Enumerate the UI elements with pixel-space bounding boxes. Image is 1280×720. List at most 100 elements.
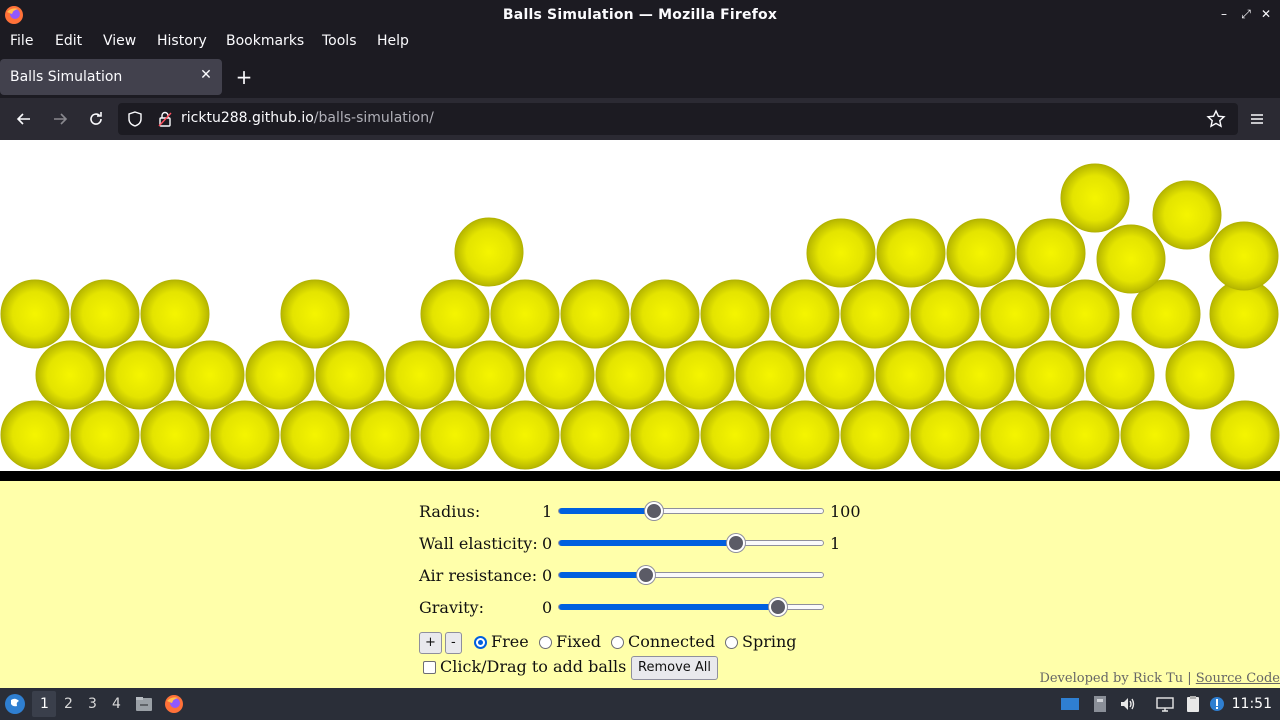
remove-all-button[interactable]: Remove All [631,656,719,680]
maximize-button[interactable]: ⤢ [1238,6,1254,22]
notification-icon[interactable] [1207,694,1227,714]
ball[interactable] [910,279,980,349]
ball[interactable] [770,400,840,470]
ball[interactable] [945,340,1015,410]
ball[interactable] [0,400,70,470]
ball[interactable] [630,279,700,349]
back-icon[interactable] [14,109,34,129]
ball[interactable] [560,400,630,470]
menu-history[interactable]: History [157,33,207,49]
ball[interactable] [1015,340,1085,410]
minimize-button[interactable]: – [1216,6,1232,22]
mode-spring-radio[interactable] [725,636,738,649]
mode-fixed-radio[interactable] [539,636,552,649]
ball[interactable] [70,279,140,349]
volume-icon[interactable] [1118,694,1138,714]
ball[interactable] [350,400,420,470]
url-bar[interactable]: ricktu288.github.io/balls-simulation/ [118,103,1238,135]
display-icon[interactable] [1155,694,1175,714]
start-menu-icon[interactable] [4,693,26,715]
ball[interactable] [140,279,210,349]
tab-balls-simulation[interactable]: Balls Simulation ✕ [0,59,222,95]
ball[interactable] [630,400,700,470]
new-tab-button[interactable]: + [234,67,254,87]
ball[interactable] [385,340,455,410]
ball[interactable] [1016,218,1086,288]
mode-free-radio[interactable] [474,636,487,649]
storage-icon[interactable] [1090,694,1110,714]
ball[interactable] [840,400,910,470]
workspace-2[interactable]: 2 [64,696,73,712]
workspace-4[interactable]: 4 [112,696,121,712]
ball[interactable] [1120,400,1190,470]
ball[interactable] [665,340,735,410]
menu-edit[interactable]: Edit [55,33,82,49]
ball[interactable] [175,340,245,410]
ball[interactable] [735,340,805,410]
ball[interactable] [1209,221,1279,291]
ball[interactable] [595,340,665,410]
menu-help[interactable]: Help [377,33,409,49]
ball[interactable] [946,218,1016,288]
ball[interactable] [1096,224,1166,294]
lock-icon[interactable] [156,110,174,128]
simulation-canvas[interactable] [0,140,1280,471]
ball[interactable] [1050,400,1120,470]
ball[interactable] [980,400,1050,470]
ball[interactable] [770,279,840,349]
ball[interactable] [1152,180,1222,250]
ball[interactable] [980,279,1050,349]
mode-spring-label[interactable]: Spring [742,632,797,651]
ball[interactable] [805,340,875,410]
menu-file[interactable]: File [10,33,33,49]
ball[interactable] [0,279,70,349]
ball[interactable] [280,279,350,349]
ball[interactable] [1060,163,1130,233]
ball[interactable] [245,340,315,410]
ball[interactable] [454,217,524,287]
ball[interactable] [560,279,630,349]
file-manager-icon[interactable] [134,694,154,714]
ball[interactable] [876,218,946,288]
mode-connected-radio[interactable] [611,636,624,649]
hamburger-menu-icon[interactable] [1247,109,1267,129]
menu-view[interactable]: View [103,33,136,49]
radius-slider[interactable] [558,502,824,520]
forward-icon[interactable] [50,109,70,129]
close-tab-icon[interactable]: ✕ [198,67,214,83]
ball[interactable] [280,400,350,470]
ball[interactable] [70,400,140,470]
ball[interactable] [490,400,560,470]
ball[interactable] [455,340,525,410]
ball[interactable] [35,340,105,410]
tracking-protection-shield-icon[interactable] [126,110,144,128]
desktop-icon[interactable] [1060,694,1080,714]
ball[interactable] [840,279,910,349]
menu-bookmarks[interactable]: Bookmarks [226,33,304,49]
ball[interactable] [140,400,210,470]
close-window-button[interactable]: ✕ [1258,6,1274,22]
ball[interactable] [210,400,280,470]
ball[interactable] [490,279,560,349]
workspace-3[interactable]: 3 [88,696,97,712]
add-balls-label[interactable]: Click/Drag to add balls [440,657,626,676]
add-ball-button[interactable]: + [419,632,442,654]
add-balls-checkbox[interactable] [423,661,436,674]
wall-elasticity-slider-thumb[interactable] [726,534,745,552]
ball[interactable] [806,218,876,288]
menu-tools[interactable]: Tools [322,33,357,49]
gravity-slider-thumb[interactable] [769,598,788,616]
ball[interactable] [315,340,385,410]
bookmark-star-icon[interactable] [1206,109,1226,129]
ball[interactable] [875,340,945,410]
ball[interactable] [1210,400,1280,470]
ball[interactable] [420,279,490,349]
air-resistance-slider[interactable] [558,566,824,584]
ball[interactable] [105,340,175,410]
firefox-taskbar-icon[interactable] [164,694,184,714]
ball[interactable] [1050,279,1120,349]
workspace-1[interactable]: 1 [40,696,49,712]
remove-ball-button[interactable]: - [445,632,462,654]
radius-slider-thumb[interactable] [645,502,664,520]
ball[interactable] [700,279,770,349]
